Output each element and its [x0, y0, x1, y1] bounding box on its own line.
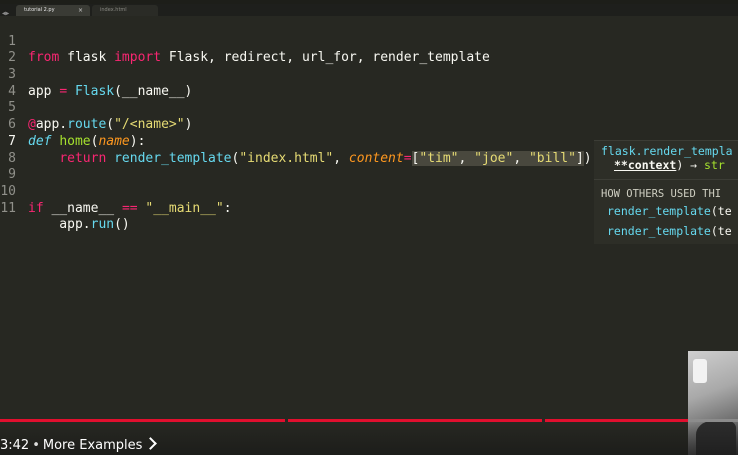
signature-params: **context) → str — [614, 158, 725, 172]
usage-func: render_template — [607, 224, 711, 238]
tab-index-html[interactable]: index.html — [92, 5, 158, 16]
usage-rest: (te — [710, 204, 732, 218]
popup-divider — [594, 179, 738, 180]
chapter-title-button[interactable]: 3:42 • More Examples — [0, 437, 158, 455]
code-text: if __name__ == "__main__": — [28, 200, 232, 216]
code-line: 1 from flask import Flask, redirect, url… — [0, 17, 738, 66]
signature-function: flask.render_templa — [601, 144, 733, 158]
video-time: 3:42 — [0, 438, 30, 453]
usage-rest: (te — [710, 224, 732, 238]
video-progress-bar[interactable] — [0, 419, 688, 422]
tab-label: index.html — [100, 7, 127, 13]
chapter-marker — [542, 419, 545, 422]
code-line: 3 app = Flask(__name__) — [0, 50, 738, 99]
signature-context[interactable]: **context — [614, 158, 676, 172]
usage-example[interactable]: render_template(te — [607, 224, 732, 238]
code-line: 2 — [0, 34, 738, 65]
code-line-active: 7 return render_template("index.html", c… — [0, 117, 738, 166]
signature-help-popup: flask.render_templa **context) → str HOW… — [594, 140, 738, 244]
tab-tutorial-2-py[interactable]: tutorial 2.py × — [16, 5, 90, 16]
chapter-marker — [285, 419, 288, 422]
video-progress-remaining[interactable] — [688, 419, 738, 422]
usage-func: render_template — [607, 204, 711, 218]
code-line: 4 — [0, 67, 738, 99]
code-line: 5 @app.route("/<name>") — [0, 84, 738, 132]
signature-return: ) → — [676, 158, 705, 172]
code-text: app.run() — [28, 217, 130, 233]
line-number: 11 — [0, 200, 16, 216]
usage-heading: HOW OTHERS USED THI — [601, 188, 722, 200]
separator-dot: • — [32, 438, 40, 453]
code-line: 6 def home(name): — [0, 100, 738, 149]
tab-label: tutorial 2.py — [24, 7, 55, 13]
webcam-object — [693, 359, 707, 383]
usage-example[interactable]: render_template(te — [607, 204, 732, 218]
close-icon[interactable]: × — [78, 5, 83, 16]
chevron-right-icon — [144, 437, 158, 450]
signature-type: str — [704, 158, 725, 172]
tab-bar: ◀▶ tutorial 2.py × index.html — [0, 4, 738, 17]
chapter-name: More Examples — [42, 438, 143, 453]
